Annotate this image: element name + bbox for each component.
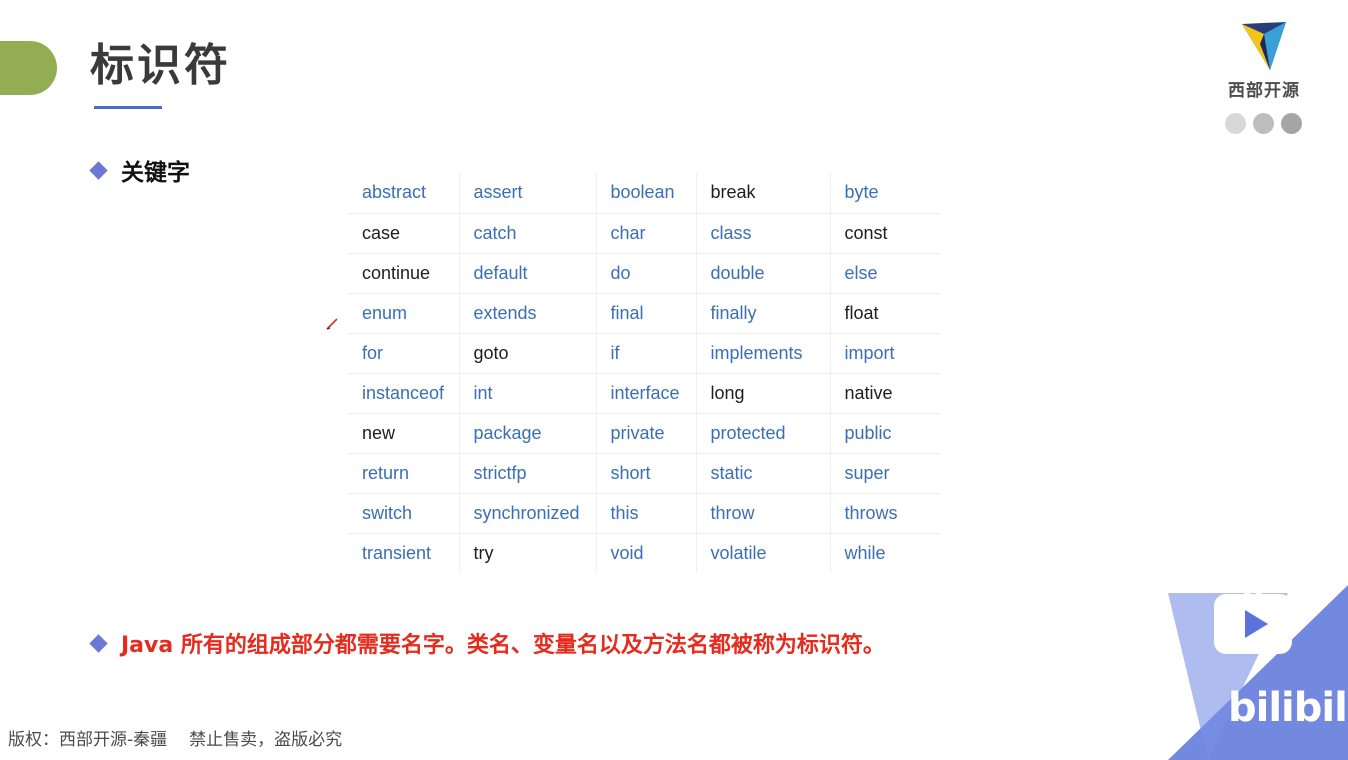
keyword-row: return strictfp short static super bbox=[348, 453, 940, 494]
keyword-cell: protected bbox=[696, 413, 831, 454]
keyword-cell: do bbox=[596, 253, 697, 294]
keyword-cell: public bbox=[830, 413, 940, 454]
diamond-bullet-icon bbox=[89, 160, 108, 180]
keyword-cell: while bbox=[844, 542, 886, 563]
keyword-cell: char bbox=[596, 213, 697, 254]
keyword-cell: import bbox=[830, 333, 940, 374]
watermark-brand: bilibili bbox=[1228, 685, 1348, 731]
bullet-note: Java 所有的组成部分都需要名字。类名、变量名以及方法名都被称为标识符。 bbox=[89, 627, 885, 659]
bullet-keywords-text: 关键字 bbox=[121, 160, 190, 186]
keyword-cell: byte bbox=[830, 173, 940, 214]
keyword-cell: enum bbox=[348, 293, 460, 334]
keyword-cell: synchronized bbox=[459, 493, 597, 534]
dot bbox=[1225, 113, 1246, 134]
keyword-cell: assert bbox=[459, 173, 597, 214]
watermark-user: 秦疆 bbox=[1082, 708, 1127, 733]
title-underline bbox=[94, 106, 162, 109]
keyword-cell: long bbox=[696, 373, 831, 414]
pen-cursor-icon bbox=[326, 318, 338, 330]
keyword-row: new package private protected public bbox=[348, 413, 940, 454]
keyword-cell: for bbox=[348, 333, 460, 374]
keyword-cell: if bbox=[596, 333, 697, 374]
keyword-cell: static bbox=[696, 453, 831, 494]
keyword-cell: finally bbox=[696, 293, 831, 334]
keyword-cell: throws bbox=[830, 493, 940, 534]
keyword-row: for goto if implements import bbox=[348, 333, 940, 374]
keyword-row: continue default do double else bbox=[348, 253, 940, 294]
copyright-text: 版权：西部开源-秦疆 bbox=[8, 730, 168, 750]
keyword-cell: final bbox=[596, 293, 697, 334]
keyword-cell: break bbox=[696, 173, 831, 214]
keyword-cell: transient bbox=[348, 533, 460, 573]
keyword-row: transient try void volatile while bbox=[348, 533, 940, 573]
title-accent-tab bbox=[0, 41, 57, 95]
keyword-cell: new bbox=[348, 413, 460, 454]
keyword-cell: super bbox=[830, 453, 940, 494]
keyword-cell: abstract bbox=[348, 173, 460, 214]
keyword-cell: private bbox=[596, 413, 697, 454]
keywords-table: abstract assert boolean break byte case catch c… bbox=[348, 173, 940, 573]
keyword-cell: void bbox=[596, 533, 697, 573]
copyright-footer: 版权：西部开源-秦疆 禁止售卖，盗版必究 bbox=[8, 725, 342, 750]
keyword-row: switch synchronized this throw throws bbox=[348, 493, 940, 534]
keyword-cell: default bbox=[459, 253, 597, 294]
bullet-note-text: Java 所有的组成部分都需要名字。类名、变量名以及方法名都被称为标识符。 bbox=[121, 633, 885, 658]
brand-logo: 西部开源 bbox=[1222, 20, 1306, 101]
keyword-cell: throw bbox=[696, 493, 831, 534]
dot bbox=[1253, 113, 1274, 134]
copyright-notice: 禁止售卖，盗版必究 bbox=[189, 730, 343, 750]
keyword-row: case catch char class const bbox=[348, 213, 940, 254]
keyword-cell: else bbox=[830, 253, 940, 294]
keyword-cell: package bbox=[459, 413, 597, 454]
bilibili-tv-icon bbox=[1214, 581, 1292, 654]
logo-text: 西部开源 bbox=[1228, 81, 1300, 101]
keyword-cell: try bbox=[459, 533, 597, 573]
keyword-cell: strictfp bbox=[459, 453, 597, 494]
bullet-keywords: 关键字 bbox=[89, 153, 190, 187]
keyword-cell: class bbox=[696, 213, 831, 254]
keyword-cell: switch bbox=[348, 493, 460, 534]
keyword-row: abstract assert boolean break byte bbox=[348, 173, 940, 214]
keyword-cell: short bbox=[596, 453, 697, 494]
keyword-row: instanceof int interface long native bbox=[348, 373, 940, 414]
progress-dots bbox=[1225, 113, 1302, 134]
keyword-cell: return bbox=[348, 453, 460, 494]
keyword-cell: catch bbox=[459, 213, 597, 254]
v-triangle-logo-icon bbox=[1242, 22, 1286, 70]
keyword-cell: case bbox=[348, 213, 460, 254]
keyword-cell: extends bbox=[459, 293, 597, 334]
keyword-cell: boolean bbox=[596, 173, 697, 214]
keyword-cell: double bbox=[696, 253, 831, 294]
keyword-cell: native bbox=[830, 373, 940, 414]
keyword-cell: const bbox=[830, 213, 940, 254]
keyword-row: enum extends final finally float bbox=[348, 293, 940, 334]
keyword-cell: instanceof bbox=[348, 373, 460, 414]
keyword-cell: implements bbox=[696, 333, 831, 374]
dot bbox=[1281, 113, 1302, 134]
keyword-cell: goto bbox=[459, 333, 597, 374]
keyword-cell: interface bbox=[596, 373, 697, 414]
keyword-cell: float bbox=[830, 293, 940, 334]
slide-title: 标识符 bbox=[90, 40, 231, 91]
keyword-cell: volatile bbox=[696, 533, 831, 573]
keyword-cell: this bbox=[596, 493, 697, 534]
diamond-bullet-icon bbox=[89, 633, 108, 653]
keyword-cell: continue bbox=[348, 253, 460, 294]
keyword-cell: int bbox=[459, 373, 597, 414]
